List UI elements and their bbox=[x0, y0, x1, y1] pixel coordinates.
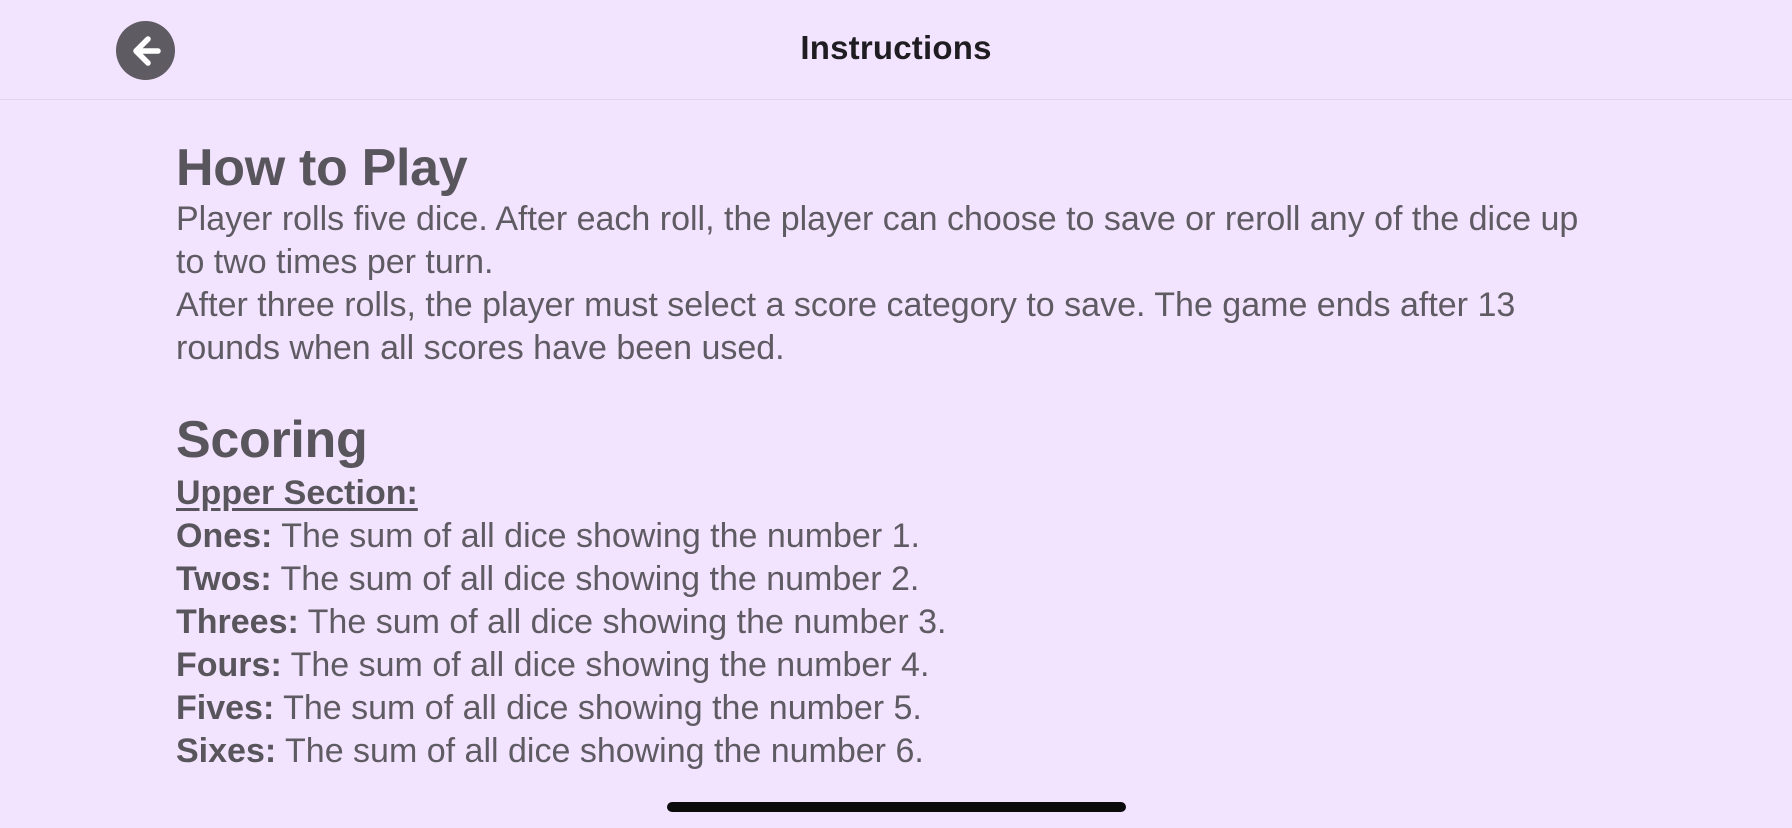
home-indicator[interactable] bbox=[667, 802, 1126, 812]
score-rule-fours: Fours: The sum of all dice showing the n… bbox=[176, 644, 1616, 687]
score-rule-threes: Threes: The sum of all dice showing the … bbox=[176, 601, 1616, 644]
score-rule-description: The sum of all dice showing the number 3… bbox=[298, 603, 947, 641]
score-rule-fives: Fives: The sum of all dice showing the n… bbox=[176, 687, 1616, 730]
scoring-heading: Scoring bbox=[176, 411, 368, 469]
score-rule-description: The sum of all dice showing the number 2… bbox=[271, 560, 920, 598]
score-rule-name: Fours: bbox=[176, 646, 282, 684]
score-rule-name: Twos: bbox=[176, 560, 272, 598]
upper-section-label: Upper Section: bbox=[176, 474, 418, 512]
how-to-play-paragraph-2: After three rolls, the player must selec… bbox=[176, 286, 1516, 367]
navigation-bar: Instructions bbox=[0, 0, 1792, 100]
score-rule-description: The sum of all dice showing the number 4… bbox=[281, 646, 930, 684]
score-rule-description: The sum of all dice showing the number 6… bbox=[276, 732, 924, 770]
score-rule-sixes: Sixes: The sum of all dice showing the n… bbox=[176, 730, 1616, 773]
how-to-play-paragraph-1: Player rolls five dice. After each roll,… bbox=[176, 200, 1579, 281]
score-rule-name: Threes: bbox=[176, 603, 299, 641]
score-rule-name: Sixes: bbox=[176, 732, 277, 770]
how-to-play-heading: How to Play bbox=[176, 139, 468, 197]
score-rule-name: Ones: bbox=[176, 517, 273, 555]
score-rule-twos: Twos: The sum of all dice showing the nu… bbox=[176, 558, 1616, 601]
page-title: Instructions bbox=[800, 29, 992, 66]
score-rule-description: The sum of all dice showing the number 5… bbox=[274, 689, 922, 727]
instructions-scroll-content[interactable]: How to Play Player rolls five dice. Afte… bbox=[176, 138, 1616, 788]
score-rule-ones: Ones: The sum of all dice showing the nu… bbox=[176, 515, 1616, 558]
score-rule-description: The sum of all dice showing the number 1… bbox=[272, 517, 920, 555]
score-rule-name: Fives: bbox=[176, 689, 275, 727]
